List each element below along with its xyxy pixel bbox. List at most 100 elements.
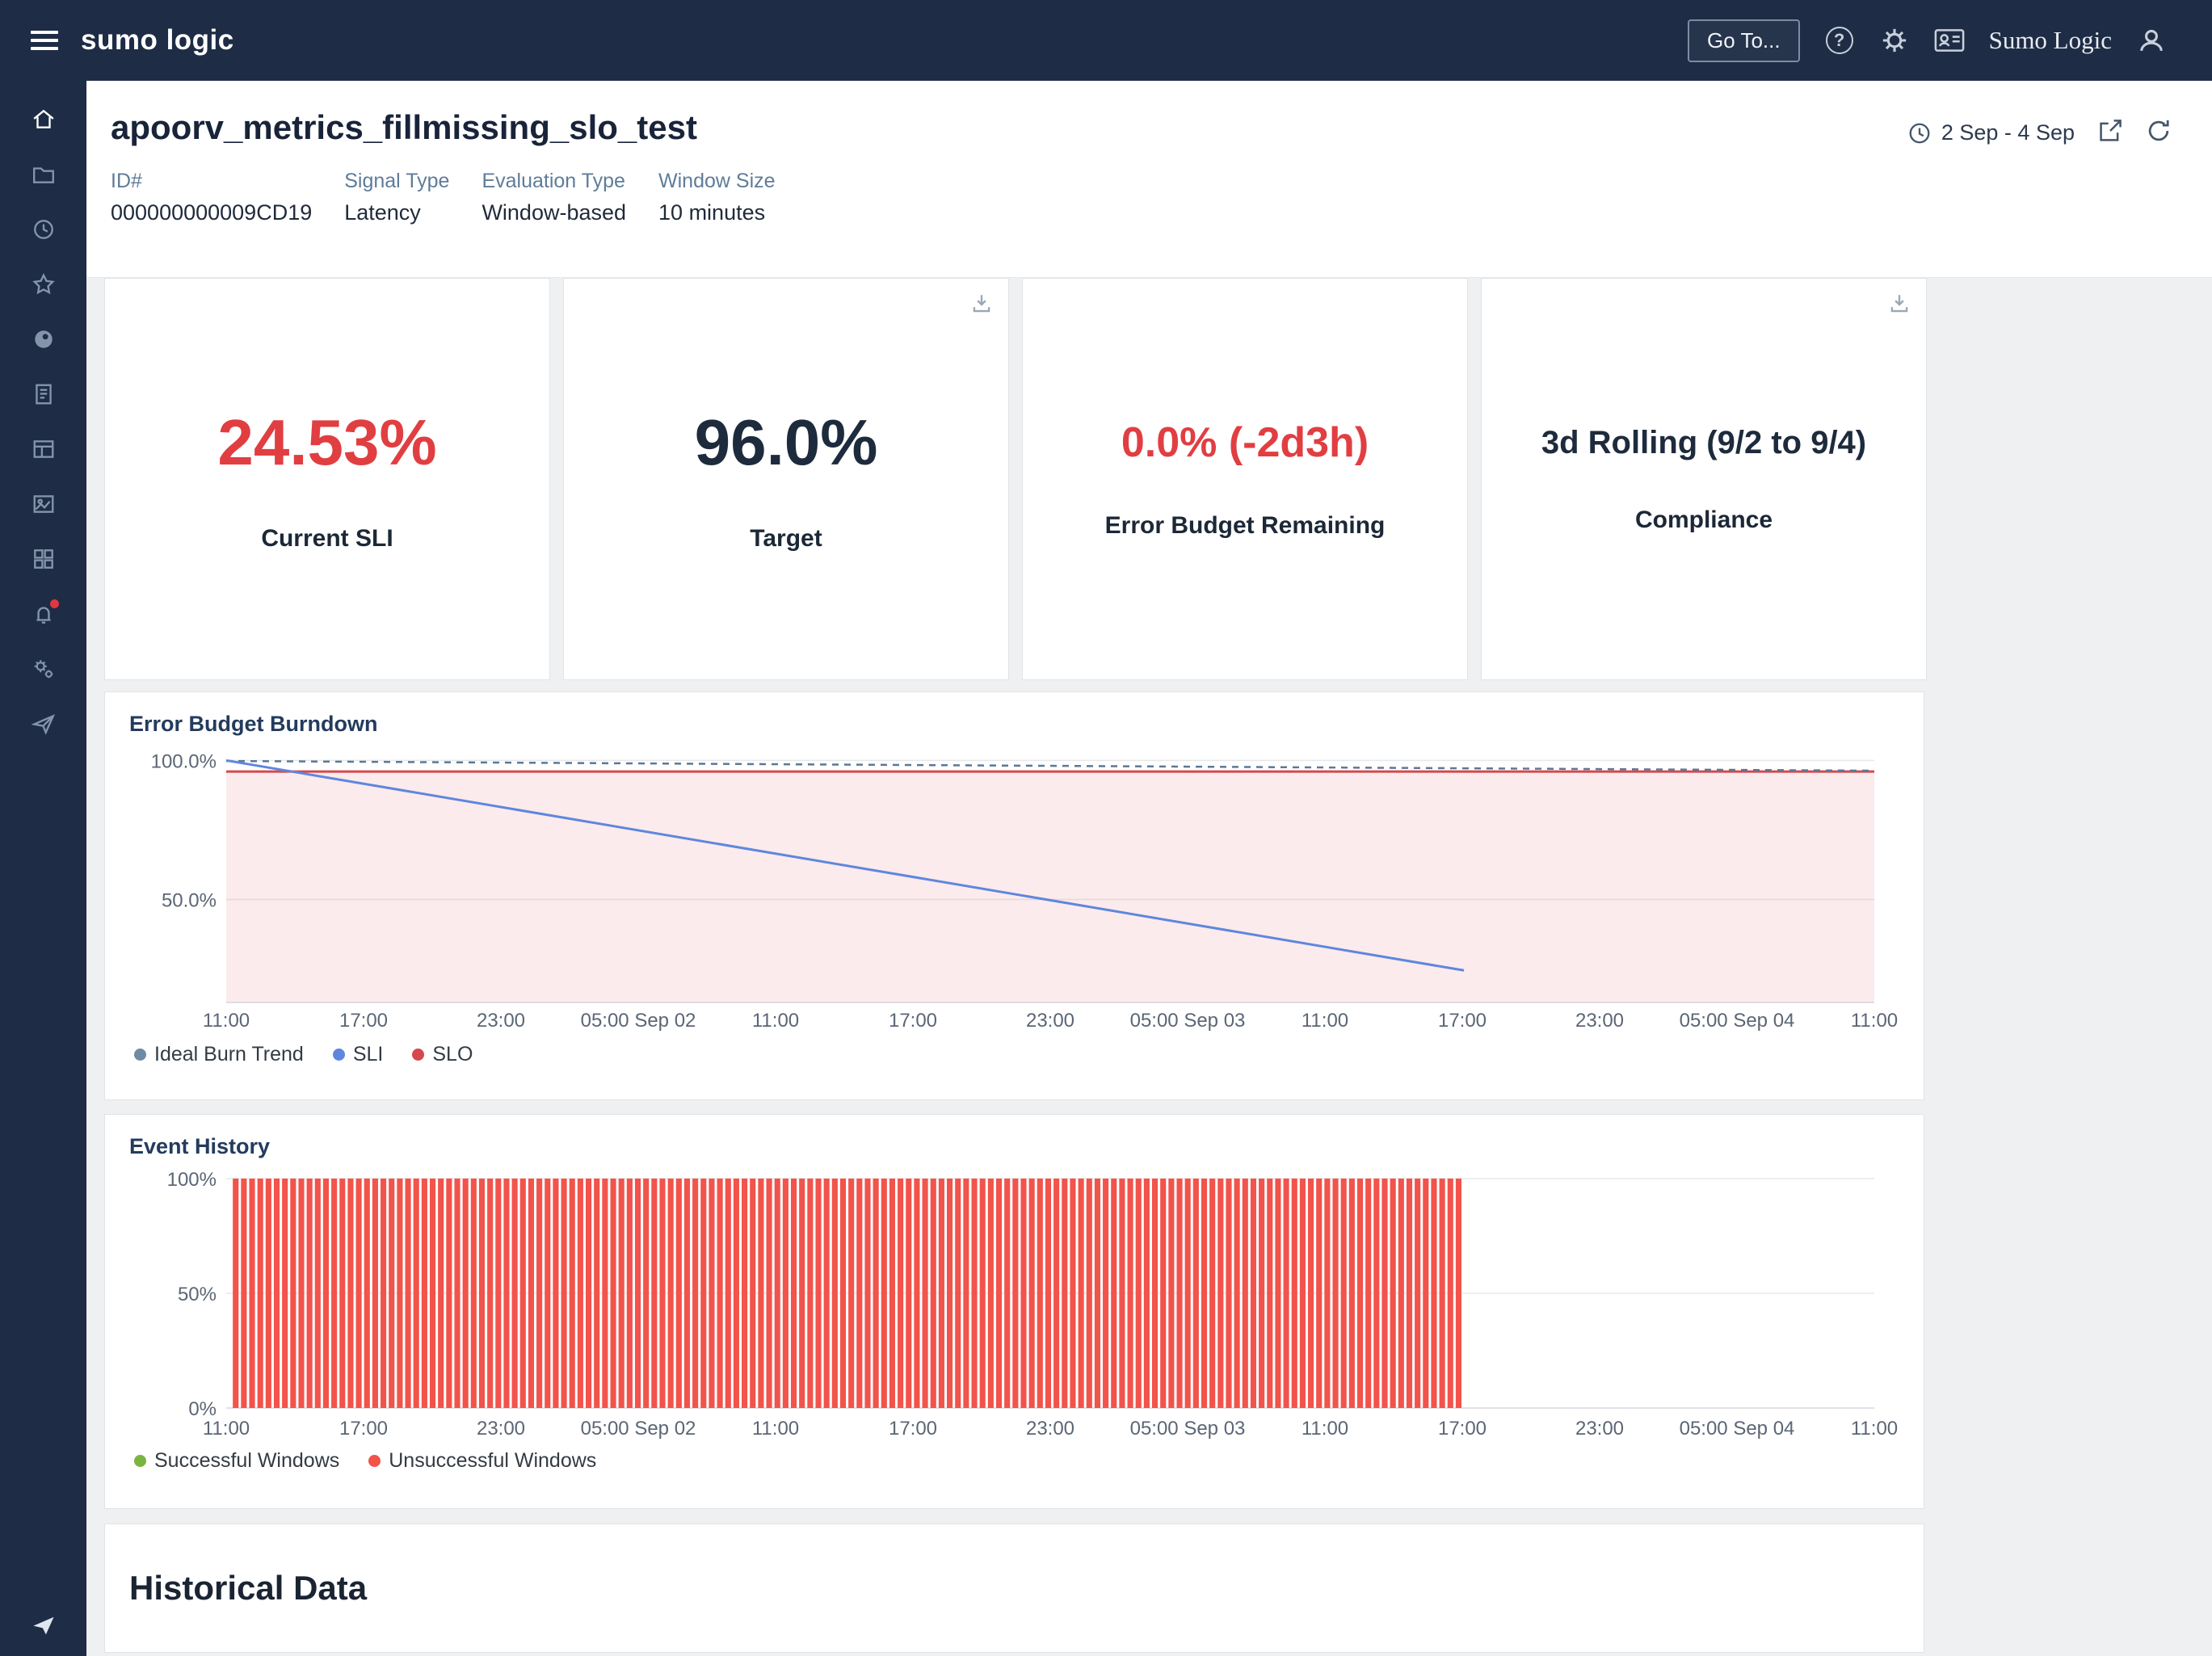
log-search-icon[interactable] [0,367,86,422]
svg-text:17:00: 17:00 [339,1010,388,1032]
svg-text:05:00 Sep 03: 05:00 Sep 03 [1130,1010,1246,1032]
target-value: 96.0% [695,406,878,480]
target-label: Target [750,525,822,553]
time-range-picker[interactable]: 2 Sep - 4 Sep [1907,120,2075,145]
burndown-title: Error Budget Burndown [129,712,1924,744]
slo-header: apoorv_metrics_fillmissing_slo_test 2 Se… [86,81,2212,278]
event-history-legend: Successful Windows Unsuccessful Windows [129,1449,1924,1473]
svg-text:11:00: 11:00 [752,1418,799,1440]
folder-icon[interactable] [0,147,86,202]
meta-id: ID# 000000000009CD19 [111,170,312,225]
svg-text:05:00 Sep 02: 05:00 Sep 02 [581,1418,696,1440]
card-current-sli: 24.53% Current SLI [104,278,550,680]
legend-dot-icon [368,1455,381,1467]
clock-icon [1907,121,1932,145]
meta-signal-type: Signal Type Latency [344,170,449,225]
svg-text:05:00 Sep 02: 05:00 Sep 02 [581,1010,696,1032]
legend-dot-icon [134,1049,146,1061]
account-card-icon[interactable] [1934,25,1965,56]
svg-text:50%: 50% [178,1284,217,1305]
legend-label: Unsuccessful Windows [389,1449,596,1473]
user-icon[interactable] [2136,25,2167,56]
svg-text:0%: 0% [188,1398,217,1420]
recent-icon[interactable] [0,202,86,257]
sidebar [0,81,86,1656]
go-to-button[interactable]: Go To... [1688,19,1800,62]
historical-data-panel: Historical Data [104,1524,1924,1653]
settings-gears-icon[interactable] [0,641,86,696]
compliance-value: 3d Rolling (9/2 to 9/4) [1541,425,1866,461]
burndown-legend: Ideal Burn Trend SLI SLO [129,1043,1924,1066]
svg-text:11:00: 11:00 [203,1418,250,1440]
svg-text:50.0%: 50.0% [162,890,217,912]
card-compliance: 3d Rolling (9/2 to 9/4) Compliance [1481,278,1927,680]
event-history-panel: Event History 100%50%0%11:0017:0023:0005… [104,1114,1924,1509]
legend-item[interactable]: SLI [333,1043,384,1066]
collection-plane-icon[interactable] [0,696,86,751]
svg-text:100.0%: 100.0% [151,750,217,772]
home-icon[interactable] [0,92,86,147]
svg-text:05:00 Sep 04: 05:00 Sep 04 [1680,1010,1795,1032]
legend-dot-icon [412,1049,424,1061]
meta-evaluation-type: Evaluation Type Window-based [482,170,626,225]
alert-badge [50,599,59,608]
compliance-label: Compliance [1635,506,1773,534]
burndown-chart: 100.0% 50.0% 11:00 17:00 23:00 05:00 Sep 02 11… [129,744,1924,1041]
legend-dot-icon [333,1049,345,1061]
gear-icon[interactable] [1879,25,1910,56]
svg-text:23:00: 23:00 [1026,1418,1074,1440]
legend-label: SLO [432,1043,473,1066]
account-name[interactable]: Sumo Logic [1989,26,2112,55]
legend-label: SLI [353,1043,384,1066]
legend-item[interactable]: Successful Windows [134,1449,339,1473]
menu-icon[interactable] [31,26,58,55]
favorites-star-icon[interactable] [0,257,86,312]
brand-logo: sumo logic [81,24,234,57]
legend-dot-icon [134,1455,146,1467]
svg-text:23:00: 23:00 [1026,1010,1074,1032]
alerts-bell-icon[interactable] [0,586,86,641]
slo-meta: ID# 000000000009CD19 Signal Type Latency… [111,170,2212,225]
svg-text:05:00 Sep 04: 05:00 Sep 04 [1680,1418,1795,1440]
svg-text:11:00: 11:00 [1851,1418,1898,1440]
send-icon[interactable] [0,1612,86,1638]
main-content: apoorv_metrics_fillmissing_slo_test 2 Se… [86,81,2212,1656]
error-budget-value: 0.0% (-2d3h) [1121,418,1369,467]
card-target: 96.0% Target [563,278,1009,680]
help-icon[interactable]: ? [1824,25,1855,56]
event-history-chart: 100%50%0%11:0017:0023:0005:00 Sep 0211:0… [129,1166,1924,1448]
legend-item[interactable]: SLO [412,1043,473,1066]
card-error-budget: 0.0% (-2d3h) Error Budget Remaining [1022,278,1468,680]
svg-text:11:00: 11:00 [1851,1010,1898,1032]
svg-text:23:00: 23:00 [1575,1418,1624,1440]
topbar: sumo logic Go To... ? Sumo Logic [0,0,2212,81]
svg-text:11:00: 11:00 [203,1010,250,1032]
download-icon[interactable] [969,292,994,320]
svg-text:17:00: 17:00 [339,1418,388,1440]
svg-text:100%: 100% [167,1169,217,1191]
summary-cards: 24.53% Current SLI 96.0% Target 0.0% (-2… [86,278,2212,680]
app-catalog-icon[interactable] [0,532,86,586]
svg-text:05:00 Sep 03: 05:00 Sep 03 [1130,1418,1246,1440]
page-title: apoorv_metrics_fillmissing_slo_test [111,108,2212,147]
explore-icon[interactable] [0,312,86,367]
error-budget-burndown-panel: Error Budget Burndown 100.0% 50.0% 11:00 17… [104,691,1924,1100]
meta-window-size: Window Size 10 minutes [658,170,776,225]
svg-text:11:00: 11:00 [1302,1418,1348,1440]
legend-label: Ideal Burn Trend [154,1043,304,1066]
download-icon[interactable] [1887,292,1911,320]
legend-item[interactable]: Unsuccessful Windows [368,1449,596,1473]
legend-item[interactable]: Ideal Burn Trend [134,1043,304,1066]
svg-text:17:00: 17:00 [1438,1010,1487,1032]
event-history-title: Event History [129,1134,1924,1166]
open-in-dashboard-icon[interactable] [2097,118,2123,148]
svg-text:17:00: 17:00 [1438,1418,1487,1440]
historical-data-title: Historical Data [129,1569,367,1608]
svg-text:23:00: 23:00 [477,1418,525,1440]
dashboards-icon[interactable] [0,422,86,477]
refresh-icon[interactable] [2146,118,2172,148]
error-budget-label: Error Budget Remaining [1105,512,1386,540]
metrics-icon[interactable] [0,477,86,532]
svg-text:17:00: 17:00 [889,1418,937,1440]
svg-text:17:00: 17:00 [889,1010,937,1032]
